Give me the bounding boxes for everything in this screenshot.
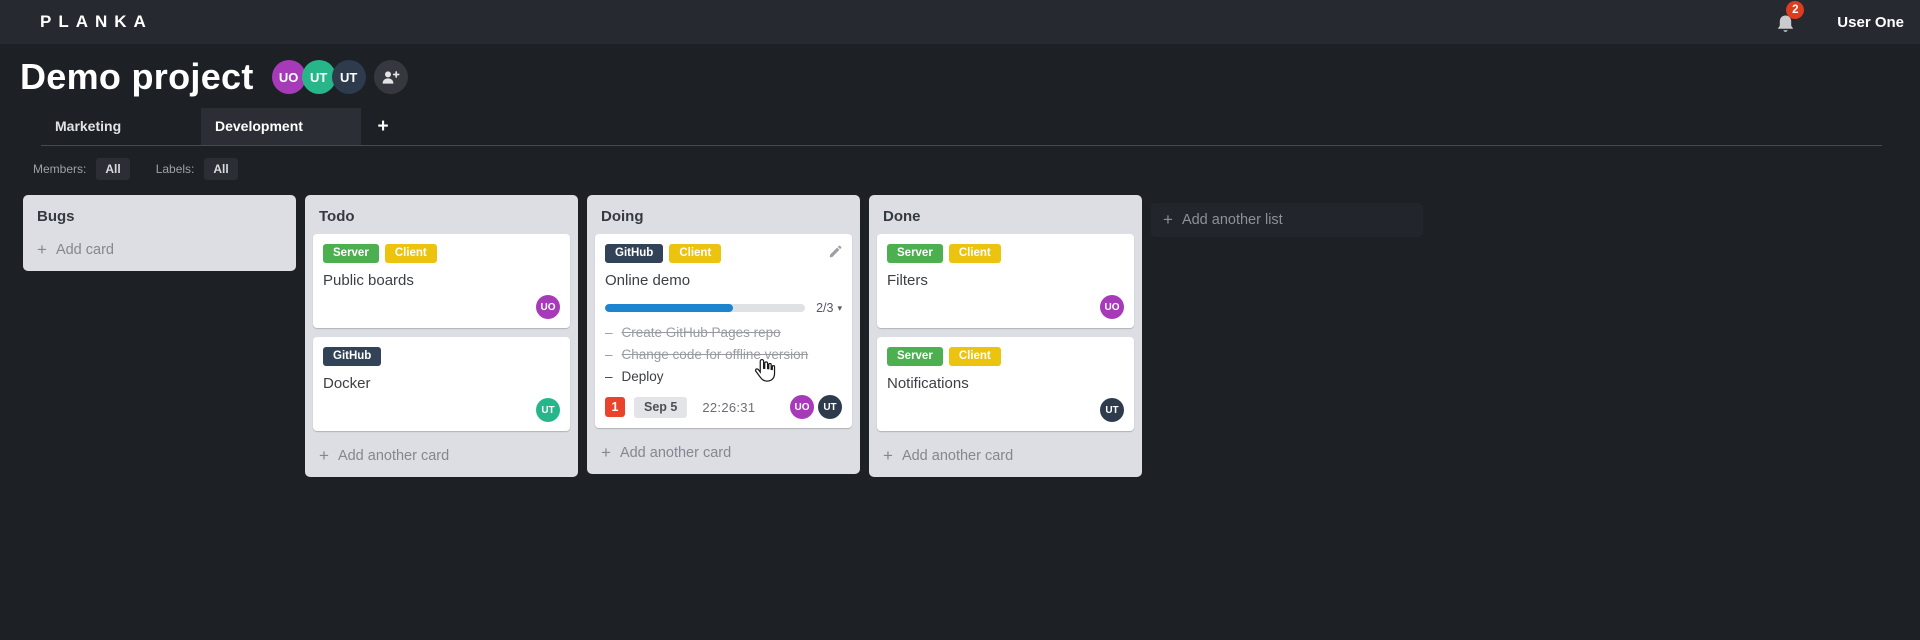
tasks-progress: 2/3 ▾ (605, 301, 842, 315)
add-card-label: Add another card (901, 447, 1014, 464)
label-chip: Server (323, 244, 379, 263)
label-chip: GitHub (605, 244, 664, 263)
list-title[interactable]: Bugs (31, 203, 288, 234)
list-title[interactable]: Done (877, 203, 1134, 234)
progress-count: 2/3 (816, 301, 834, 315)
plus-icon: + (319, 446, 329, 465)
card-public-boards[interactable]: Server Client Public boards UO (313, 234, 570, 328)
add-list-button[interactable]: + Add another list (1151, 203, 1423, 237)
topbar-right: 2 User One (1775, 1, 1904, 34)
card-filters[interactable]: Server Client Filters UO (877, 234, 1134, 328)
tab-development[interactable]: Development (201, 108, 361, 145)
progress-bar (605, 304, 806, 312)
task-bullet: – (605, 325, 613, 340)
plus-icon: + (601, 443, 611, 462)
user-menu[interactable]: User One (1837, 14, 1904, 31)
label-chip: Server (887, 244, 943, 263)
add-card-button[interactable]: + Add another card (877, 440, 1134, 469)
add-card-label: Add another card (337, 447, 450, 464)
card-meta-row: 1 Sep 5 22:26:31 UO UT (605, 395, 842, 419)
task-text: Deploy (621, 369, 664, 384)
card-title: Public boards (323, 272, 414, 289)
list-title[interactable]: Todo (313, 203, 570, 234)
planka-logo[interactable]: PLANKA (40, 12, 153, 32)
tasks-toggle[interactable]: 2/3 ▾ (816, 301, 842, 315)
list-done: Done Server Client Filters UO Server Cli… (869, 195, 1142, 477)
due-date-badge[interactable]: Sep 5 (634, 396, 688, 418)
timer-value[interactable]: 22:26:31 (702, 400, 755, 415)
task-text: Change code for offline version (621, 347, 809, 362)
label-chip: Server (887, 347, 943, 366)
notification-count-badge: 2 (1786, 1, 1805, 19)
card-member-avatar[interactable]: UT (536, 398, 560, 422)
add-board-button[interactable]: + (361, 108, 405, 145)
add-card-button[interactable]: + Add card (31, 234, 288, 263)
card-member-avatar[interactable]: UO (790, 395, 814, 419)
card-title: Docker (323, 375, 371, 392)
add-list-label: Add another list (1181, 211, 1283, 228)
card-member-avatar[interactable]: UT (818, 395, 842, 419)
progress-bar-fill (605, 304, 734, 312)
member-avatar[interactable]: UO (271, 60, 306, 94)
notification-count-badge: 1 (605, 397, 625, 417)
add-card-label: Add card (55, 241, 114, 258)
task-bullet: – (605, 347, 613, 362)
label-chip: Client (948, 347, 1001, 366)
list-title[interactable]: Doing (595, 203, 852, 234)
plus-icon: + (37, 240, 47, 259)
add-card-label: Add another card (619, 444, 732, 461)
labels-filter-label: Labels: (155, 162, 195, 176)
card-title: Online demo (605, 272, 691, 289)
card-online-demo[interactable]: GitHub Client Online demo 2/3 ▾ – Create… (595, 234, 852, 428)
project-header: Demo project UO UT UT Marketing Developm… (0, 44, 1920, 146)
task-bullet: – (605, 369, 613, 384)
add-card-button[interactable]: + Add another card (313, 440, 570, 469)
members-filter-label: Members: (33, 162, 87, 176)
notifications-button[interactable]: 2 (1775, 1, 1805, 34)
user-plus-icon (382, 70, 400, 84)
add-card-button[interactable]: + Add another card (595, 437, 852, 466)
label-chip: Client (384, 244, 437, 263)
card-docker[interactable]: GitHub Docker UT (313, 337, 570, 431)
member-avatar[interactable]: UT (331, 60, 366, 94)
chevron-down-icon: ▾ (837, 302, 842, 313)
board-tabs: Marketing Development + (41, 108, 1882, 146)
label-chip: Client (948, 244, 1001, 263)
task-item: – Create GitHub Pages repo (605, 322, 842, 344)
task-item: – Deploy (605, 366, 842, 388)
board-filters: Members: All Labels: All (33, 158, 1920, 180)
card-member-avatar[interactable]: UT (1100, 398, 1124, 422)
edit-card-button[interactable] (828, 244, 843, 264)
list-doing: Doing GitHub Client Online demo 2/3 ▾ – … (587, 195, 860, 474)
card-title: Filters (887, 272, 928, 289)
card-notifications[interactable]: Server Client Notifications UT (877, 337, 1134, 431)
members-filter-value[interactable]: All (96, 158, 130, 180)
tab-marketing[interactable]: Marketing (41, 108, 201, 145)
card-member-avatar[interactable]: UO (1100, 295, 1124, 319)
kanban-board: Bugs + Add card Todo Server Client Publi… (23, 195, 1920, 477)
member-avatar[interactable]: UT (301, 60, 336, 94)
card-title: Notifications (887, 375, 969, 392)
list-todo: Todo Server Client Public boards UO GitH… (305, 195, 578, 477)
top-bar: PLANKA 2 User One (0, 0, 1920, 44)
label-chip: GitHub (323, 347, 382, 366)
project-title[interactable]: Demo project (20, 56, 254, 98)
project-members: UO UT UT (271, 60, 408, 94)
plus-icon: + (883, 446, 893, 465)
plus-icon: + (1163, 210, 1173, 229)
pencil-icon (829, 245, 842, 258)
task-text: Create GitHub Pages repo (621, 325, 781, 340)
labels-filter-value[interactable]: All (204, 158, 238, 180)
add-member-button[interactable] (373, 60, 408, 94)
label-chip: Client (669, 244, 722, 263)
task-item: – Change code for offline version (605, 344, 842, 366)
card-member-avatar[interactable]: UO (536, 295, 560, 319)
list-bugs: Bugs + Add card (23, 195, 296, 271)
